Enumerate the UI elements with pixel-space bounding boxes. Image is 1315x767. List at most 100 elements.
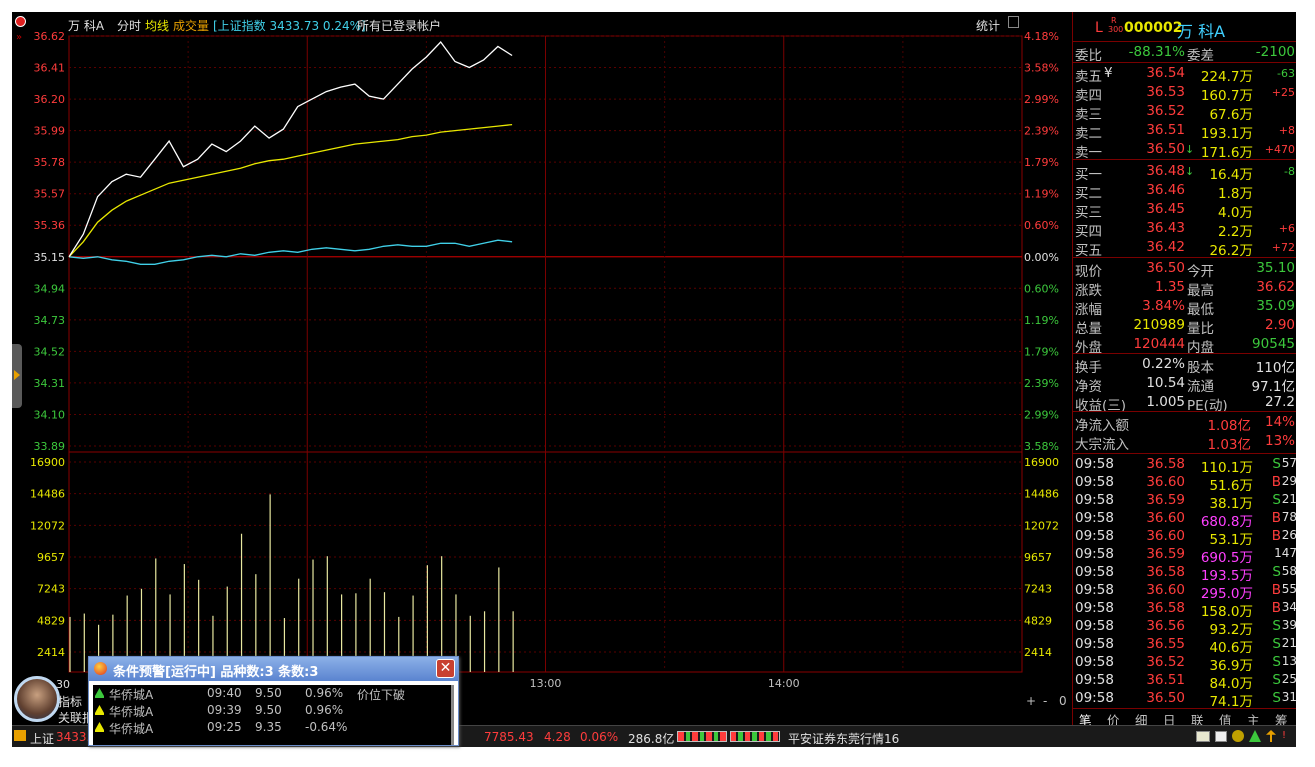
stock-name: 万 科A (68, 19, 105, 33)
ask-row[interactable]: 卖一 36.50 171.6万 +470 ↓ (1073, 140, 1296, 161)
tick-row[interactable]: 09:58 36.51 84.0万 S 25 (1073, 671, 1296, 692)
price-tick-label: 36.20 (34, 93, 66, 106)
tick-price: 36.55 (1146, 636, 1185, 652)
alert-icon[interactable]: ! (1282, 730, 1286, 741)
flow-row[interactable]: 大宗流入 1.03亿 13% (1073, 432, 1296, 453)
tick-count: 21 (1281, 636, 1296, 650)
tick-side: S (1272, 690, 1281, 706)
price-tick-label: 35.57 (34, 188, 66, 201)
signal-icon[interactable] (1249, 730, 1261, 742)
popup-title-bar[interactable]: 条件预警[运行中] 品种数:3 条数:3 ✕ (89, 657, 458, 681)
volume-tick-label-right: 9657 (1024, 551, 1052, 564)
percent-tick-label: 1.19% (1024, 188, 1059, 201)
tick-row[interactable]: 09:58 36.56 93.2万 S 39 (1073, 617, 1296, 638)
stat-row[interactable]: 涨幅 3.84% 最低 35.09 (1073, 297, 1296, 318)
alert-row[interactable]: 华侨城A 09:40 9.50 0.96% 价位下破 (93, 685, 453, 702)
tab-indicator[interactable]: 指标 (58, 693, 82, 710)
tick-time: 09:58 (1075, 690, 1114, 706)
stat-row[interactable]: 外盘 120444 内盘 90545 (1073, 335, 1296, 356)
ask-row[interactable]: 卖五 36.54 224.7万 -63 ¥ (1073, 64, 1296, 85)
alert-price: 9.50 (255, 686, 282, 700)
ask-row[interactable]: 卖四 36.53 160.7万 +25 (1073, 83, 1296, 104)
view-mode[interactable]: 分时 (117, 17, 141, 34)
stat-row[interactable]: 换手 0.22% 股本 110亿 (1073, 355, 1296, 376)
stat-row[interactable]: 总量 210989 量比 2.90 (1073, 316, 1296, 337)
upload-icon[interactable] (1266, 730, 1276, 742)
sh-label[interactable]: 上证 (30, 730, 54, 747)
ask-price: 36.50 (1146, 141, 1185, 157)
stat-row[interactable]: 现价 36.50 今开 35.10 (1073, 259, 1296, 280)
tick-row[interactable]: 09:58 36.50 74.1万 S 31 (1073, 689, 1296, 710)
side-panel-handle[interactable] (12, 344, 22, 408)
tick-row[interactable]: 09:58 36.60 295.0万 B 55 (1073, 581, 1296, 602)
zoom-out-button[interactable]: - (1043, 694, 1047, 708)
price-tick-label: 34.94 (34, 282, 66, 295)
window-toggle-icon[interactable] (1008, 16, 1019, 28)
collapse-icon[interactable]: » (16, 32, 22, 43)
ask-row[interactable]: 卖二 36.51 193.1万 +8 (1073, 121, 1296, 142)
lock-icon[interactable] (1232, 730, 1244, 742)
stat-row[interactable]: 净资 10.54 流通 97.1亿 (1073, 374, 1296, 395)
menu-icon[interactable] (15, 16, 26, 27)
tick-time: 09:58 (1075, 654, 1114, 670)
tick-time: 09:58 (1075, 618, 1114, 634)
bid-row[interactable]: 买五 36.42 26.2万 +72 (1073, 238, 1296, 259)
zoom-reset-button[interactable]: 0 (1059, 694, 1067, 708)
tick-price: 36.60 (1146, 582, 1185, 598)
alert-row[interactable]: 华侨城A 09:39 9.50 0.96% (93, 702, 453, 719)
ask-row[interactable]: 卖三 36.52 67.6万 (1073, 102, 1296, 123)
tick-row[interactable]: 09:58 36.52 36.9万 S 13 (1073, 653, 1296, 674)
tick-side: S (1272, 564, 1281, 580)
market-icon[interactable] (14, 730, 26, 741)
flow-row[interactable]: 净流入额 1.08亿 14% (1073, 413, 1296, 434)
account-label[interactable]: 所有已登录帐户 (357, 17, 441, 34)
volume-tick-label-right: 14486 (1024, 488, 1059, 501)
ask-label: 卖二 (1075, 126, 1102, 142)
tick-row[interactable]: 09:58 36.58 158.0万 B 34 (1073, 599, 1296, 620)
bid-row[interactable]: 买三 36.45 4.0万 (1073, 200, 1296, 221)
tick-row[interactable]: 09:58 36.59 690.5万 147 (1073, 545, 1296, 566)
tick-row[interactable]: 09:58 36.60 51.6万 B 29 (1073, 473, 1296, 494)
volume-tick-label-right: 7243 (1024, 583, 1052, 596)
index2-percent: 0.06% (580, 730, 619, 744)
stats-button[interactable]: 统计 (976, 17, 1000, 34)
percent-tick-label: 2.39% (1024, 377, 1059, 390)
stat-row[interactable]: 收益(三) 1.005 PE(动) 27.2 (1073, 393, 1296, 414)
tick-row[interactable]: 09:58 36.58 110.1万 S 57 (1073, 455, 1296, 476)
index2-change: 4.28 (544, 730, 571, 744)
stat-label: 最低 (1187, 302, 1214, 318)
tick-row[interactable]: 09:58 36.60 53.1万 B 26 (1073, 527, 1296, 548)
tick-row[interactable]: 09:58 36.58 193.5万 S 58 (1073, 563, 1296, 584)
message-icon[interactable] (1196, 731, 1210, 742)
alert-row[interactable]: 华侨城A 09:25 9.35 -0.64% (93, 719, 453, 736)
intraday-chart[interactable]: 36.62 4.18%36.41 3.58%36.20 2.99%35.99 2.39%… (12, 12, 1072, 712)
tick-row[interactable]: 09:58 36.60 680.8万 B 78 (1073, 509, 1296, 530)
wei-bi-value: -88.31% (1128, 44, 1185, 60)
notepad-icon[interactable] (1215, 731, 1227, 742)
tick-price: 36.60 (1146, 474, 1185, 490)
avatar[interactable] (14, 676, 60, 722)
bid-row[interactable]: 买一 36.48 16.4万 -8 ↓ (1073, 162, 1296, 183)
tick-row[interactable]: 09:58 36.55 40.6万 S 21 (1073, 635, 1296, 656)
zoom-in-button[interactable]: + (1026, 694, 1036, 708)
tick-price: 36.60 (1146, 528, 1185, 544)
price-tick-label: 35.78 (34, 156, 66, 169)
ask-label: 卖四 (1075, 88, 1102, 104)
tick-side: B (1271, 600, 1281, 616)
tick-time: 09:58 (1075, 510, 1114, 526)
percent-tick-label: 0.60% (1024, 282, 1059, 295)
popup-scrollbar[interactable] (451, 685, 454, 745)
tick-row[interactable]: 09:58 36.59 38.1万 S 21 (1073, 491, 1296, 512)
stat-row[interactable]: 涨跌 1.35 最高 36.62 (1073, 278, 1296, 299)
bid-label: 买二 (1075, 186, 1102, 202)
volume-tick-label: 14486 (30, 488, 65, 501)
wei-bi-label: 委比 (1075, 48, 1102, 64)
bid-change: +6 (1278, 222, 1295, 235)
close-icon[interactable]: ✕ (436, 659, 455, 678)
quote-title: L R 300 000002 万 科A (1073, 16, 1296, 41)
time-label: 13:00 (530, 677, 562, 690)
condition-alert-popup[interactable]: 条件预警[运行中] 品种数:3 条数:3 ✕ 华侨城A 09:40 9.50 0.96… (88, 656, 459, 746)
bid-row[interactable]: 买二 36.46 1.8万 (1073, 181, 1296, 202)
bid-row[interactable]: 买四 36.43 2.2万 +6 (1073, 219, 1296, 240)
breadth-bar-2 (730, 731, 780, 742)
